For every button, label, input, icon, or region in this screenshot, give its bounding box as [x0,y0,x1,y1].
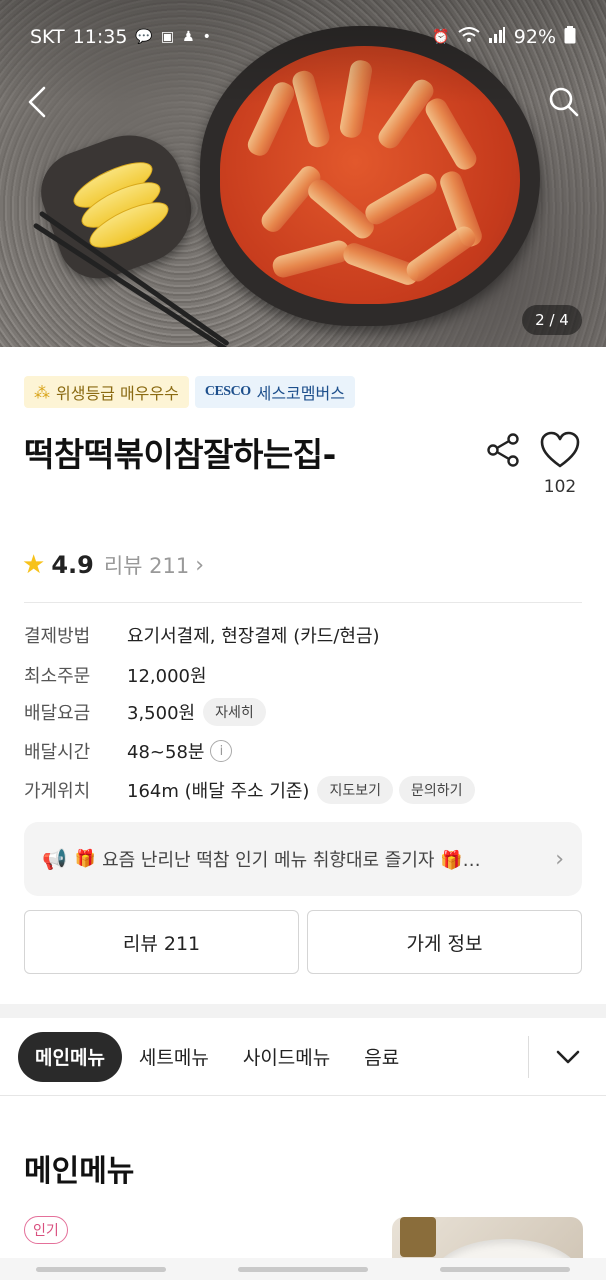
star-icon: ★ [22,550,46,580]
store-info-button[interactable]: 가게 정보 [307,910,582,974]
nav-handle[interactable] [238,1266,368,1272]
talk-icon: 💬 [135,29,153,45]
info-value: 48~58분 [127,742,205,763]
battery-icon [564,26,576,48]
cesco-logo-icon: CESCO [204,384,251,399]
review-count-link[interactable]: 리뷰 211 [104,550,189,580]
tab-drinks[interactable]: 음료 [347,1032,416,1082]
store-name: 떡참떡볶이참잘하는집- [24,435,336,474]
dot-icon: • [202,29,211,45]
share-icon [487,433,519,467]
gift-icon: 🎁 [74,849,97,869]
tab-main-menu[interactable]: 메인메뉴 [18,1031,122,1082]
carrier-label: SKT [30,26,65,48]
info-label: 배달요금 [24,703,91,724]
hero-image[interactable]: SKT 11:35 💬 ▣ ♟ • ⏰ 92% 2 / 4 [0,0,606,347]
info-value: 164m (배달 주소 기준) [127,781,310,802]
cesco-label: 세스코멤버스 [256,384,345,403]
info-row-location: 가게위치 164m (배달 주소 기준) 지도보기 문의하기 [24,776,475,804]
tab-set-menu[interactable]: 세트메뉴 [122,1032,226,1082]
nav-handle[interactable] [36,1266,166,1272]
info-value: 요기서결제, 현장결제 (카드/현금) [127,626,380,647]
action-buttons: 리뷰 211 가게 정보 [24,910,582,974]
chevron-right-icon: › [555,846,564,872]
search-icon [549,87,579,117]
megaphone-icon: 📢 [42,847,67,871]
rating-summary[interactable]: ★ 4.9 리뷰 211 › [22,550,204,580]
popular-tag: 인기 [24,1216,68,1244]
reviews-button[interactable]: 리뷰 211 [24,910,299,974]
info-row-min-order: 최소주문 12,000원 [24,662,207,688]
notice-text: 요즘 난리난 떡참 인기 메뉴 취향대로 즐기자 🎁… [102,850,481,871]
info-label: 가게위치 [24,781,91,802]
map-view-button[interactable]: 지도보기 [317,776,393,804]
nav-handle[interactable] [440,1266,570,1272]
share-button[interactable] [486,432,522,468]
info-label: 배달시간 [24,742,91,763]
chevron-right-icon: › [195,552,205,578]
like-button[interactable] [538,430,582,470]
gesture-nav-bar [0,1258,606,1280]
info-label: 결제방법 [24,626,91,647]
cesco-badge[interactable]: CESCO 세스코멤버스 [194,376,355,408]
info-label: 최소주문 [24,666,91,687]
image-page-counter: 2 / 4 [522,305,582,335]
back-arrow-icon [28,86,46,118]
info-icon[interactable]: i [210,740,233,762]
hygiene-label: 위생등급 매우우수 [56,384,179,403]
menu-category-tabs: 메인메뉴 세트메뉴 사이드메뉴 음료 [0,1018,606,1096]
tab-side-menu[interactable]: 사이드메뉴 [226,1032,347,1082]
info-row-delivery-fee: 배달요금 3,500원 자세히 [24,698,266,726]
back-button[interactable] [22,82,56,122]
divider [24,602,582,603]
bottle-graphic [400,1217,436,1257]
hygiene-badge[interactable]: ⁂ 위생등급 매우우수 [24,376,189,408]
like-count: 102 [543,477,577,497]
info-row-delivery-time: 배달시간 48~58분 i [24,738,233,764]
fifa-icon: ▣ [160,29,175,45]
wifi-icon [458,27,480,47]
section-divider [0,1004,606,1018]
store-badges: ⁂ 위생등급 매우우수 CESCO 세스코멤버스 [24,376,355,408]
alarm-icon: ⏰ [432,29,450,45]
inquiry-button[interactable]: 문의하기 [399,776,475,804]
stars-icon: ⁂ [34,382,50,402]
info-value: 3,500원 [127,703,196,724]
status-bar: SKT 11:35 💬 ▣ ♟ • ⏰ 92% [0,0,606,74]
signal-icon [488,27,506,47]
rating-value: 4.9 [51,551,94,579]
search-button[interactable] [544,82,584,122]
promo-notice[interactable]: 📢 🎁 요즘 난리난 떡참 인기 메뉴 취향대로 즐기자 🎁… › [24,822,582,896]
time-label: 11:35 [72,26,128,48]
category-dropdown-button[interactable] [548,1040,588,1074]
info-row-payment: 결제방법 요기서결제, 현장결제 (카드/현금) [24,622,380,648]
chevron-down-icon [556,1050,580,1064]
battery-percent: 92% [513,26,556,48]
delivery-fee-detail-button[interactable]: 자세히 [203,698,266,726]
heart-icon [540,431,580,468]
notification-icon: ♟ [182,29,195,45]
info-value: 12,000원 [127,666,207,687]
tab-separator [528,1036,529,1078]
menu-section-title: 메인메뉴 [24,1154,135,1189]
